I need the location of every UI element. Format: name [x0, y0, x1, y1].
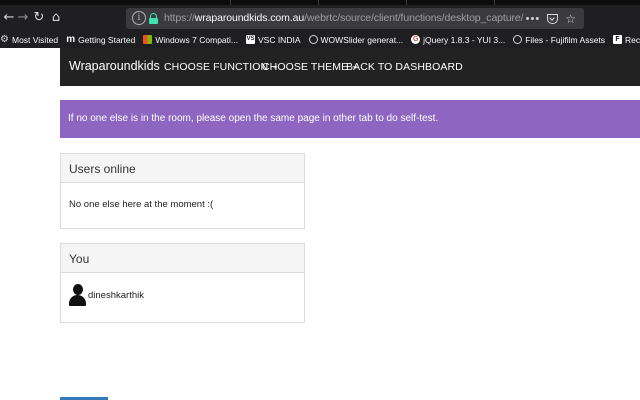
site-info-icon[interactable]: i: [132, 11, 146, 25]
url-host: wraparoundkids.com.au: [194, 12, 305, 24]
url-text[interactable]: https://wraparoundkids.com.au/webrtc/sou…: [164, 12, 524, 25]
vsc-logo-icon: VS: [245, 35, 255, 44]
bookmark-label: Getting Started: [78, 34, 136, 45]
bookmark-receipt[interactable]: F Receipt: [613, 35, 640, 45]
brand-link[interactable]: Wraparoundkids: [69, 59, 160, 73]
windows-logo-icon: [143, 35, 153, 44]
bookmark-label: WOWSlider generat...: [320, 34, 404, 45]
globe-icon: [513, 35, 523, 44]
bookmark-wowslider[interactable]: WOWSlider generat...: [308, 34, 404, 45]
back-to-dashboard-link[interactable]: BACK TO DASHBOARD: [346, 61, 463, 73]
users-online-panel: Users online No one else here at the mom…: [60, 153, 305, 229]
page-actions-icon[interactable]: •••: [526, 13, 541, 25]
lock-icon[interactable]: [149, 13, 158, 24]
choose-function-label: CHOOSE FUNCTION: [164, 61, 269, 73]
self-test-alert: If no one else is in the room, please op…: [60, 100, 640, 138]
globe-icon: [308, 35, 318, 44]
google-icon: G: [411, 35, 421, 44]
url-prefix: https://: [164, 12, 195, 24]
lock-body: [149, 18, 158, 24]
home-icon[interactable]: ⌂: [47, 9, 65, 27]
bookmark-getting-started[interactable]: m Getting Started: [66, 35, 135, 45]
m-logo-icon: m: [66, 34, 76, 45]
bookmark-most-visited[interactable]: ⚙ Most Visited: [0, 35, 58, 45]
avatar-head: [73, 284, 83, 295]
navigation-toolbar: ← → ↻ ⌂ i https://wraparoundkids.com.au/…: [0, 5, 640, 31]
bookmark-label: VSC INDIA: [257, 34, 301, 45]
pocket-icon[interactable]: [547, 13, 559, 24]
username: dineshkarthik: [88, 289, 144, 301]
bookmark-star-icon[interactable]: ☆: [565, 12, 576, 26]
choose-theme-label: CHOOSE THEME: [262, 61, 349, 73]
bookmark-vsc-india[interactable]: VS VSC INDIA: [245, 34, 301, 45]
bookmark-label: Most Visited: [12, 34, 59, 45]
url-bar[interactable]: i https://wraparoundkids.com.au/webrtc/s…: [126, 8, 584, 29]
bookmark-label: Files - Fujifilm Assets: [525, 34, 606, 45]
choose-theme-dropdown[interactable]: CHOOSE THEME: [262, 61, 359, 73]
f-logo-icon: F: [613, 35, 623, 44]
url-path: /webrtc/source/client/functions/desktop_…: [304, 12, 524, 24]
gear-icon: ⚙: [0, 34, 9, 45]
site-navbar: Wraparoundkids CHOOSE FUNCTION CHOOSE TH…: [60, 48, 640, 86]
bookmark-label: jQuery 1.8.3 - YUI 3...: [423, 34, 506, 45]
alert-message: If no one else is in the room, please op…: [68, 113, 439, 124]
bookmark-label: Receipt: [625, 34, 640, 45]
bookmark-fujifilm[interactable]: Files - Fujifilm Assets: [513, 35, 605, 45]
you-panel: You dineshkarthik: [60, 243, 305, 323]
reload-icon[interactable]: ↻: [30, 9, 48, 27]
page-content: Wraparoundkids CHOOSE FUNCTION CHOOSE TH…: [0, 48, 640, 400]
users-online-title: Users online: [61, 154, 304, 183]
browser-chrome: ← → ↻ ⌂ i https://wraparoundkids.com.au/…: [0, 0, 640, 48]
avatar-torso: [69, 295, 86, 306]
you-panel-title: You: [61, 244, 304, 273]
bookmark-windows-7[interactable]: Windows 7 Compati...: [143, 35, 238, 45]
user-avatar-icon: [69, 284, 86, 306]
bookmarks-toolbar: ⚙ Most Visited m Getting Started Windows…: [0, 31, 640, 48]
current-user: dineshkarthik: [61, 273, 304, 306]
bookmark-label: Windows 7 Compati...: [155, 34, 238, 45]
users-online-empty-message: No one else here at the moment :(: [69, 199, 214, 210]
bookmark-jquery[interactable]: G jQuery 1.8.3 - YUI 3...: [411, 35, 505, 45]
url-actions: ••• ☆: [526, 11, 576, 26]
